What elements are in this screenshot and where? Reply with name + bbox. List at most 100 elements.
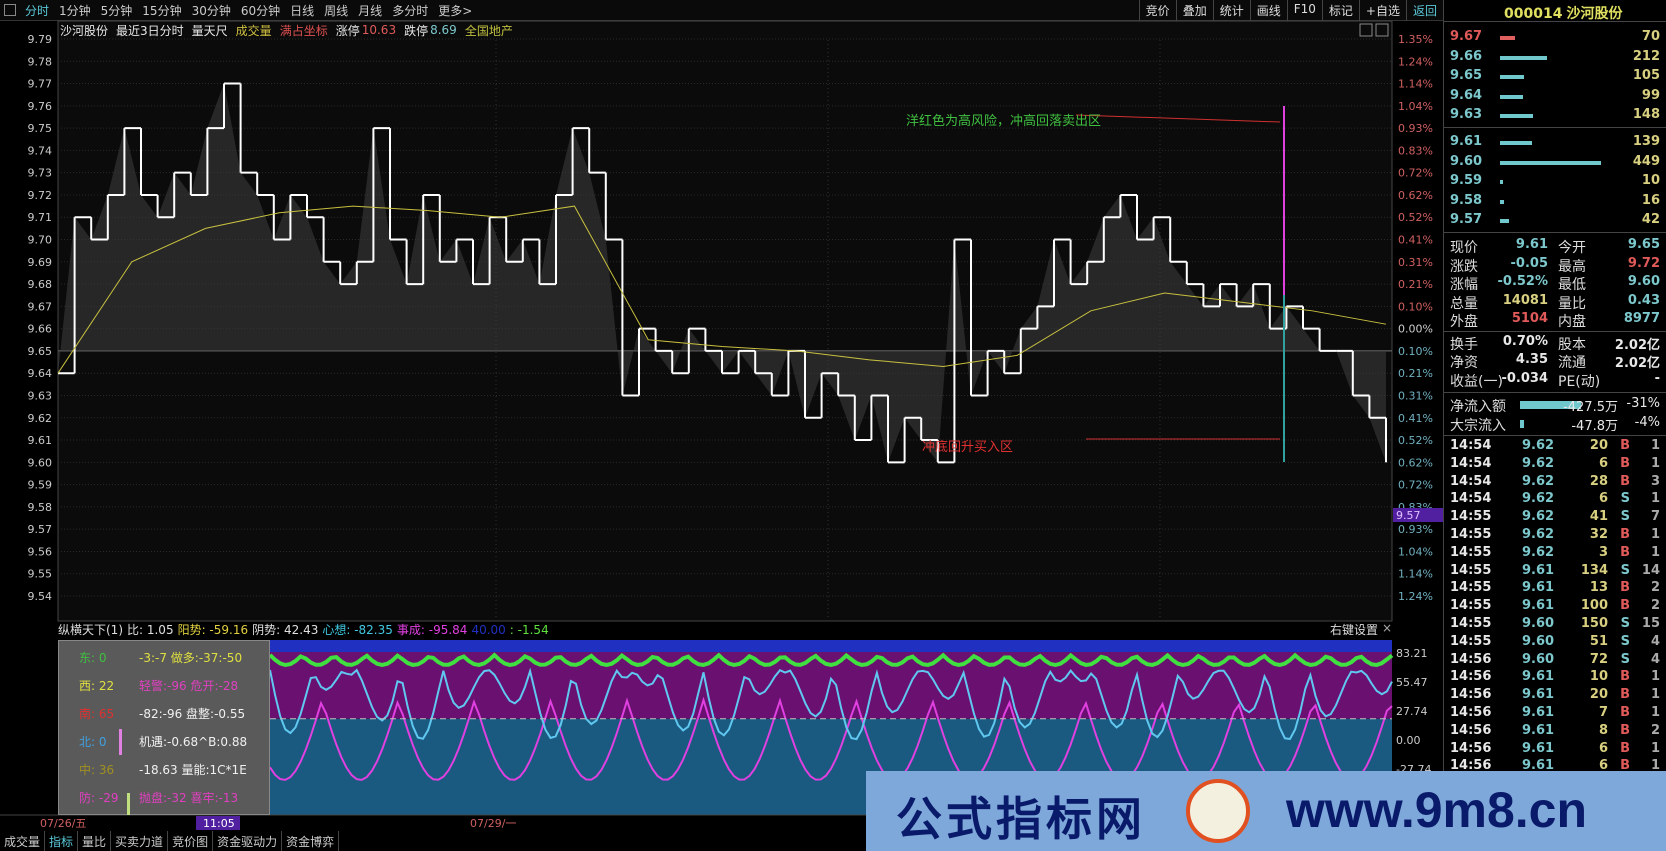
trade-price: 9.60 <box>1522 616 1555 631</box>
price-tick-label: 9.70 <box>28 234 53 247</box>
volume: 148 <box>1632 107 1660 122</box>
bid-level[interactable]: 9.58 16 <box>1450 193 1660 212</box>
stat-value: 2.02亿 <box>1614 337 1660 353</box>
stat-label: 净资 <box>1450 355 1478 371</box>
bid-level[interactable]: 9.57 42 <box>1450 212 1660 231</box>
watermark-banner: 公式指标网 www.9m8.cn <box>866 771 1666 851</box>
price-tick-label: 9.78 <box>28 55 53 68</box>
indicator-value: : -1.54 <box>509 622 549 637</box>
pct-tick-label: 1.04% <box>1398 545 1433 558</box>
indicator-value: 阳势: -59.16 <box>177 623 249 637</box>
bottom-tab-3[interactable]: 买卖力道 <box>111 831 169 851</box>
indicator-value: 比: 1.05 <box>127 623 174 637</box>
trade-count: 3 <box>1650 473 1660 489</box>
legend-direction: 防: -29 <box>79 791 119 805</box>
trade-volume: 20 <box>1589 687 1608 703</box>
x-tick-label: 11:05 <box>203 817 235 830</box>
legend-signal: -18.63 量能:1C*1E <box>139 763 247 777</box>
legend-direction: 西: 22 <box>79 679 115 693</box>
ask-level[interactable]: 9.64 99 <box>1450 88 1660 107</box>
bottom-tab-5[interactable]: 资金驱动力 <box>213 831 283 851</box>
right-click-settings[interactable]: 右键设置 <box>1330 621 1378 638</box>
trade-volume: 7 <box>1598 705 1608 720</box>
stat-value: 8977 <box>1623 311 1660 326</box>
indicator-name[interactable]: 纵横天下(1) <box>58 621 123 638</box>
stat-value: 9.65 <box>1627 237 1660 252</box>
trade-time: 14:55 <box>1450 562 1492 578</box>
volume: 139 <box>1632 134 1660 149</box>
trade-time: 14:56 <box>1450 669 1492 685</box>
pct-tick-label: 0.72% <box>1398 167 1433 180</box>
trade-side: B <box>1620 527 1630 542</box>
trade-time: 14:55 <box>1450 633 1492 649</box>
trade-side: B <box>1620 580 1630 596</box>
separator <box>1444 127 1666 128</box>
trade-row: 14:55 9.61 13 B 2 <box>1450 580 1660 599</box>
buy-zone-annotation: 冲底回升买入区 <box>922 440 1014 455</box>
pct-tick-label: 0.62% <box>1398 189 1433 202</box>
bid-level[interactable]: 9.59 10 <box>1450 173 1660 192</box>
volume-label[interactable]: 成交量 <box>236 22 272 39</box>
trade-row: 14:55 9.60 51 S 4 <box>1450 634 1660 653</box>
trade-count: 1 <box>1650 740 1660 756</box>
trade-price: 9.61 <box>1522 722 1555 738</box>
separator <box>1444 435 1666 436</box>
sector-label[interactable]: 全国地产 <box>465 22 513 39</box>
stat-value: 0.70% <box>1502 333 1548 349</box>
trade-count: 1 <box>1650 669 1660 685</box>
trade-row: 14:54 9.62 6 S 1 <box>1450 491 1660 510</box>
trade-time: 14:56 <box>1450 705 1492 720</box>
chart-mode[interactable]: 最近3日分时 <box>116 22 184 39</box>
ask-level[interactable]: 9.67 70 <box>1450 29 1660 48</box>
trade-count: 1 <box>1650 705 1660 720</box>
trade-row: 14:56 9.61 10 B 1 <box>1450 669 1660 688</box>
trade-volume: 3 <box>1598 544 1608 560</box>
bottom-tab-4[interactable]: 竞价图 <box>168 831 214 851</box>
stat-value: 9.60 <box>1627 274 1660 289</box>
trade-count: 2 <box>1650 722 1660 738</box>
volume: 10 <box>1641 173 1660 188</box>
watermark-logo-icon <box>1186 779 1250 843</box>
legend-bar <box>119 729 122 755</box>
trade-row: 14:56 9.60 72 S 4 <box>1450 652 1660 671</box>
volume: 105 <box>1632 68 1660 83</box>
pct-tick-label: 0.21% <box>1398 278 1433 291</box>
indicator-name[interactable]: 量天尺 <box>192 22 228 39</box>
ask-level[interactable]: 9.63 148 <box>1450 107 1660 126</box>
bottom-tab-2[interactable]: 量比 <box>78 831 112 851</box>
ask-level[interactable]: 9.65 105 <box>1450 68 1660 87</box>
trade-volume: 20 <box>1589 438 1608 453</box>
bid-level[interactable]: 9.61 139 <box>1450 134 1660 153</box>
flow-label: 净流入额 <box>1450 399 1506 415</box>
price-tick-label: 9.76 <box>28 100 53 113</box>
bottom-tab-1[interactable]: 指标 <box>45 831 79 851</box>
volume: 99 <box>1641 87 1660 103</box>
indicator-value: 阴势: 42.43 <box>252 623 319 637</box>
bottom-tab-6[interactable]: 资金博弈 <box>282 831 340 851</box>
price: 9.65 <box>1450 68 1483 83</box>
bottom-tab-0[interactable]: 成交量 <box>0 831 46 851</box>
sell-zone-annotation: 洋红色为高风险，冲高回落卖出区 <box>906 114 1102 129</box>
pct-tick-label: 0.10% <box>1398 300 1433 313</box>
flow-bar <box>1520 420 1525 428</box>
bid-level[interactable]: 9.60 449 <box>1450 154 1660 173</box>
pct-tick-label: 0.21% <box>1398 367 1433 380</box>
stat-label: 股本 <box>1558 336 1586 353</box>
close-indicator-icon[interactable]: × <box>1382 621 1392 635</box>
stat-label: 最高 <box>1558 258 1586 275</box>
ask-level[interactable]: 9.66 212 <box>1450 49 1660 68</box>
flow-row: 净流入额 -427.5万 -31% <box>1450 396 1660 415</box>
coord-label[interactable]: 满占坐标 <box>280 22 328 39</box>
trade-price: 9.62 <box>1522 544 1555 560</box>
limit-down-value: 8.69 <box>430 23 457 37</box>
depth-bar <box>1500 114 1533 118</box>
pct-tick-label: 0.83% <box>1398 144 1433 157</box>
stat-label: 涨幅 <box>1450 277 1478 293</box>
price: 9.60 <box>1450 153 1483 169</box>
trade-time: 14:54 <box>1450 491 1492 507</box>
stat-row: 总量 14081 量比 0.43 <box>1450 293 1660 312</box>
flow-row: 大宗流入 -47.8万 -4% <box>1450 415 1660 434</box>
trade-time: 14:55 <box>1450 616 1492 631</box>
trade-volume: 150 <box>1580 616 1608 631</box>
trade-side: B <box>1620 438 1630 453</box>
